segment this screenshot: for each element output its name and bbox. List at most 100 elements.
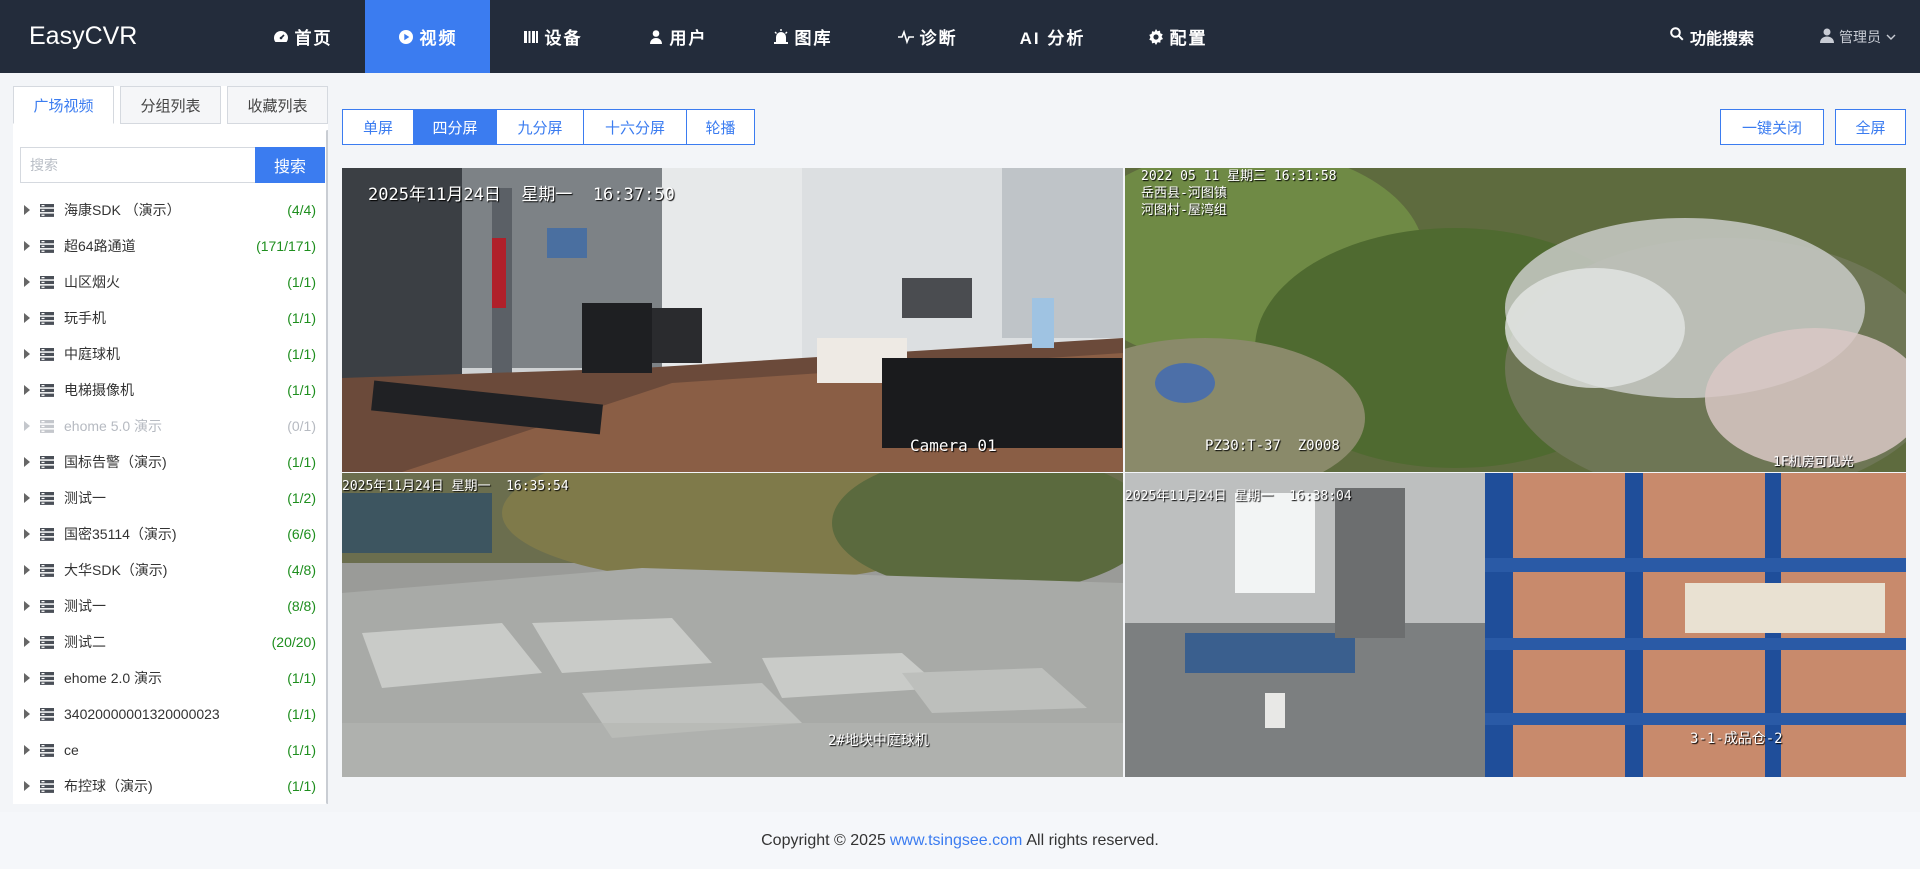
sidebar-tabs: 广场视频 分组列表 收藏列表: [13, 86, 328, 124]
device-icon: [40, 275, 54, 289]
search-button[interactable]: 搜索: [255, 147, 325, 183]
video-osd-label: 1F机房可见光: [1773, 455, 1854, 470]
device-icon: [40, 239, 54, 253]
caret-right-icon[interactable]: [24, 601, 30, 611]
tree-node-label: 国标告警（演示): [64, 454, 167, 470]
tree-node-label: 大华SDK（演示): [64, 562, 168, 578]
video-osd-timestamp: 2025年11月24日 星期一 16:38:04: [1125, 489, 1352, 504]
footer-rights: All rights reserved.: [1026, 831, 1159, 849]
user-menu[interactable]: 管理员: [1820, 0, 1896, 73]
nav-item-label: 配置: [1169, 29, 1208, 48]
nav-item-user[interactable]: 用户: [615, 0, 740, 73]
close-all-button[interactable]: 一键关闭: [1720, 109, 1824, 145]
app-logo[interactable]: EasyCVR: [29, 0, 137, 73]
tree-node-count: (1/1): [287, 454, 316, 470]
tree-node[interactable]: 34020000001320000023 (1/1): [13, 696, 328, 732]
tree-node-count: (20/20): [271, 634, 316, 650]
tree-node[interactable]: 测试一 (8/8): [13, 588, 328, 624]
caret-right-icon[interactable]: [24, 277, 30, 287]
nav-item-label: 视频: [419, 29, 458, 48]
tab-favorites[interactable]: 收藏列表: [227, 86, 328, 124]
function-search[interactable]: 功能搜索: [1670, 0, 1754, 73]
layout-carousel-button[interactable]: 轮播: [687, 109, 755, 145]
function-search-label: 功能搜索: [1690, 30, 1755, 48]
tree-node[interactable]: 中庭球机 (1/1): [13, 336, 328, 372]
tree-node-label: 海康SDK （演示）: [64, 202, 181, 218]
tree-node-count: (4/4): [287, 202, 316, 218]
tree-node[interactable]: 超64路通道 (171/171): [13, 228, 328, 264]
tree-node[interactable]: 测试一 (1/2): [13, 480, 328, 516]
video-cell-1[interactable]: 2025年11月24日 星期一 16:37:50 Camera 01: [342, 168, 1123, 472]
caret-right-icon[interactable]: [24, 421, 30, 431]
video-cell-4[interactable]: 2025年11月24日 星期一 16:38:04 3-1-成品仓-2: [1125, 473, 1906, 777]
nav-item-home[interactable]: 首页: [240, 0, 365, 73]
search-icon: [1670, 27, 1684, 46]
tree-node[interactable]: 电梯摄像机 (1/1): [13, 372, 328, 408]
tree-node[interactable]: ce (1/1): [13, 732, 328, 768]
nav-item-gallery[interactable]: 图库: [740, 0, 865, 73]
tree-node[interactable]: 测试二 (20/20): [13, 624, 328, 660]
video-osd-label: 3-1-成品仓-2: [1690, 731, 1783, 747]
caret-right-icon[interactable]: [24, 241, 30, 251]
tree-node-label: 中庭球机: [64, 346, 120, 362]
tab-square-video[interactable]: 广场视频: [13, 86, 114, 124]
tree-node-label: 超64路通道: [64, 238, 136, 254]
nav-item-ai[interactable]: AI 分析: [990, 0, 1115, 73]
nav-item-video[interactable]: 视频: [365, 0, 490, 73]
dashboard-icon: [273, 29, 289, 45]
caret-right-icon[interactable]: [24, 709, 30, 719]
video-osd-timestamp: 2025年11月24日 星期一 16:35:54: [342, 479, 569, 494]
caret-right-icon[interactable]: [24, 565, 30, 575]
device-icon: [40, 743, 54, 757]
caret-right-icon[interactable]: [24, 673, 30, 683]
tree-node-count: (1/1): [287, 382, 316, 398]
tree-node[interactable]: ehome 2.0 演示 (1/1): [13, 660, 328, 696]
tree-node-count: (1/1): [287, 742, 316, 758]
nav-item-config[interactable]: 配置: [1115, 0, 1240, 73]
tree-node-label: 电梯摄像机: [64, 382, 134, 398]
video-cell-2[interactable]: 2022 05 11 星期三 16:31:58 岳西县-河图镇 河图村-屋湾组 …: [1125, 168, 1906, 472]
nav-item-device[interactable]: 设备: [490, 0, 615, 73]
tree-node[interactable]: 海康SDK （演示） (4/4): [13, 192, 328, 228]
video-cell-3[interactable]: 2025年11月24日 星期一 16:35:54 2#地块中庭球机: [342, 473, 1123, 777]
caret-right-icon[interactable]: [24, 781, 30, 791]
device-icon: [40, 671, 54, 685]
nav-item-label: 图库: [794, 29, 833, 48]
video-osd-timestamp: 2022 05 11 星期三 16:31:58 岳西县-河图镇 河图村-屋湾组: [1141, 169, 1337, 218]
sidebar-scrollbar[interactable]: [326, 130, 328, 804]
video-grid: 2025年11月24日 星期一 16:37:50 Camera 01 2022 …: [342, 168, 1906, 777]
layout-nine-button[interactable]: 九分屏: [497, 109, 584, 145]
tree-node[interactable]: 国密35114（演示) (6/6): [13, 516, 328, 552]
caret-right-icon[interactable]: [24, 529, 30, 539]
footer-link[interactable]: www.tsingsee.com: [890, 832, 1023, 850]
caret-right-icon[interactable]: [24, 493, 30, 503]
tab-group-list[interactable]: 分组列表: [120, 86, 221, 124]
tree-node[interactable]: 国标告警（演示) (1/1): [13, 444, 328, 480]
tree-node-label: 布控球（演示): [64, 778, 153, 794]
device-icon: [40, 383, 54, 397]
caret-right-icon[interactable]: [24, 313, 30, 323]
tree-node[interactable]: ehome 5.0 演示 (0/1): [13, 408, 328, 444]
caret-right-icon[interactable]: [24, 205, 30, 215]
channel-sidebar: 广场视频 分组列表 收藏列表 搜索 海康SDK （演示） (4/4) 超64路通道 (…: [13, 86, 328, 804]
caret-right-icon[interactable]: [24, 457, 30, 467]
nav-item-diagnose[interactable]: 诊断: [865, 0, 990, 73]
gear-icon: [1148, 28, 1164, 45]
layout-single-button[interactable]: 单屏: [342, 109, 414, 145]
device-icon: [40, 455, 54, 469]
layout-four-button[interactable]: 四分屏: [414, 109, 497, 145]
tree-node[interactable]: 大华SDK（演示) (4/8): [13, 552, 328, 588]
tree-node[interactable]: 山区烟火 (1/1): [13, 264, 328, 300]
caret-right-icon[interactable]: [24, 637, 30, 647]
caret-right-icon[interactable]: [24, 745, 30, 755]
search-input[interactable]: [20, 147, 255, 183]
play-circle-icon: [398, 29, 414, 45]
fullscreen-button[interactable]: 全屏: [1835, 109, 1906, 145]
video-osd-timestamp: 2025年11月24日 星期一 16:37:50: [368, 185, 675, 205]
tree-node[interactable]: 布控球（演示) (1/1): [13, 768, 328, 804]
tree-node[interactable]: 玩手机 (1/1): [13, 300, 328, 336]
tree-node-count: (6/6): [287, 526, 316, 542]
caret-right-icon[interactable]: [24, 385, 30, 395]
layout-sixteen-button[interactable]: 十六分屏: [584, 109, 687, 145]
caret-right-icon[interactable]: [24, 349, 30, 359]
